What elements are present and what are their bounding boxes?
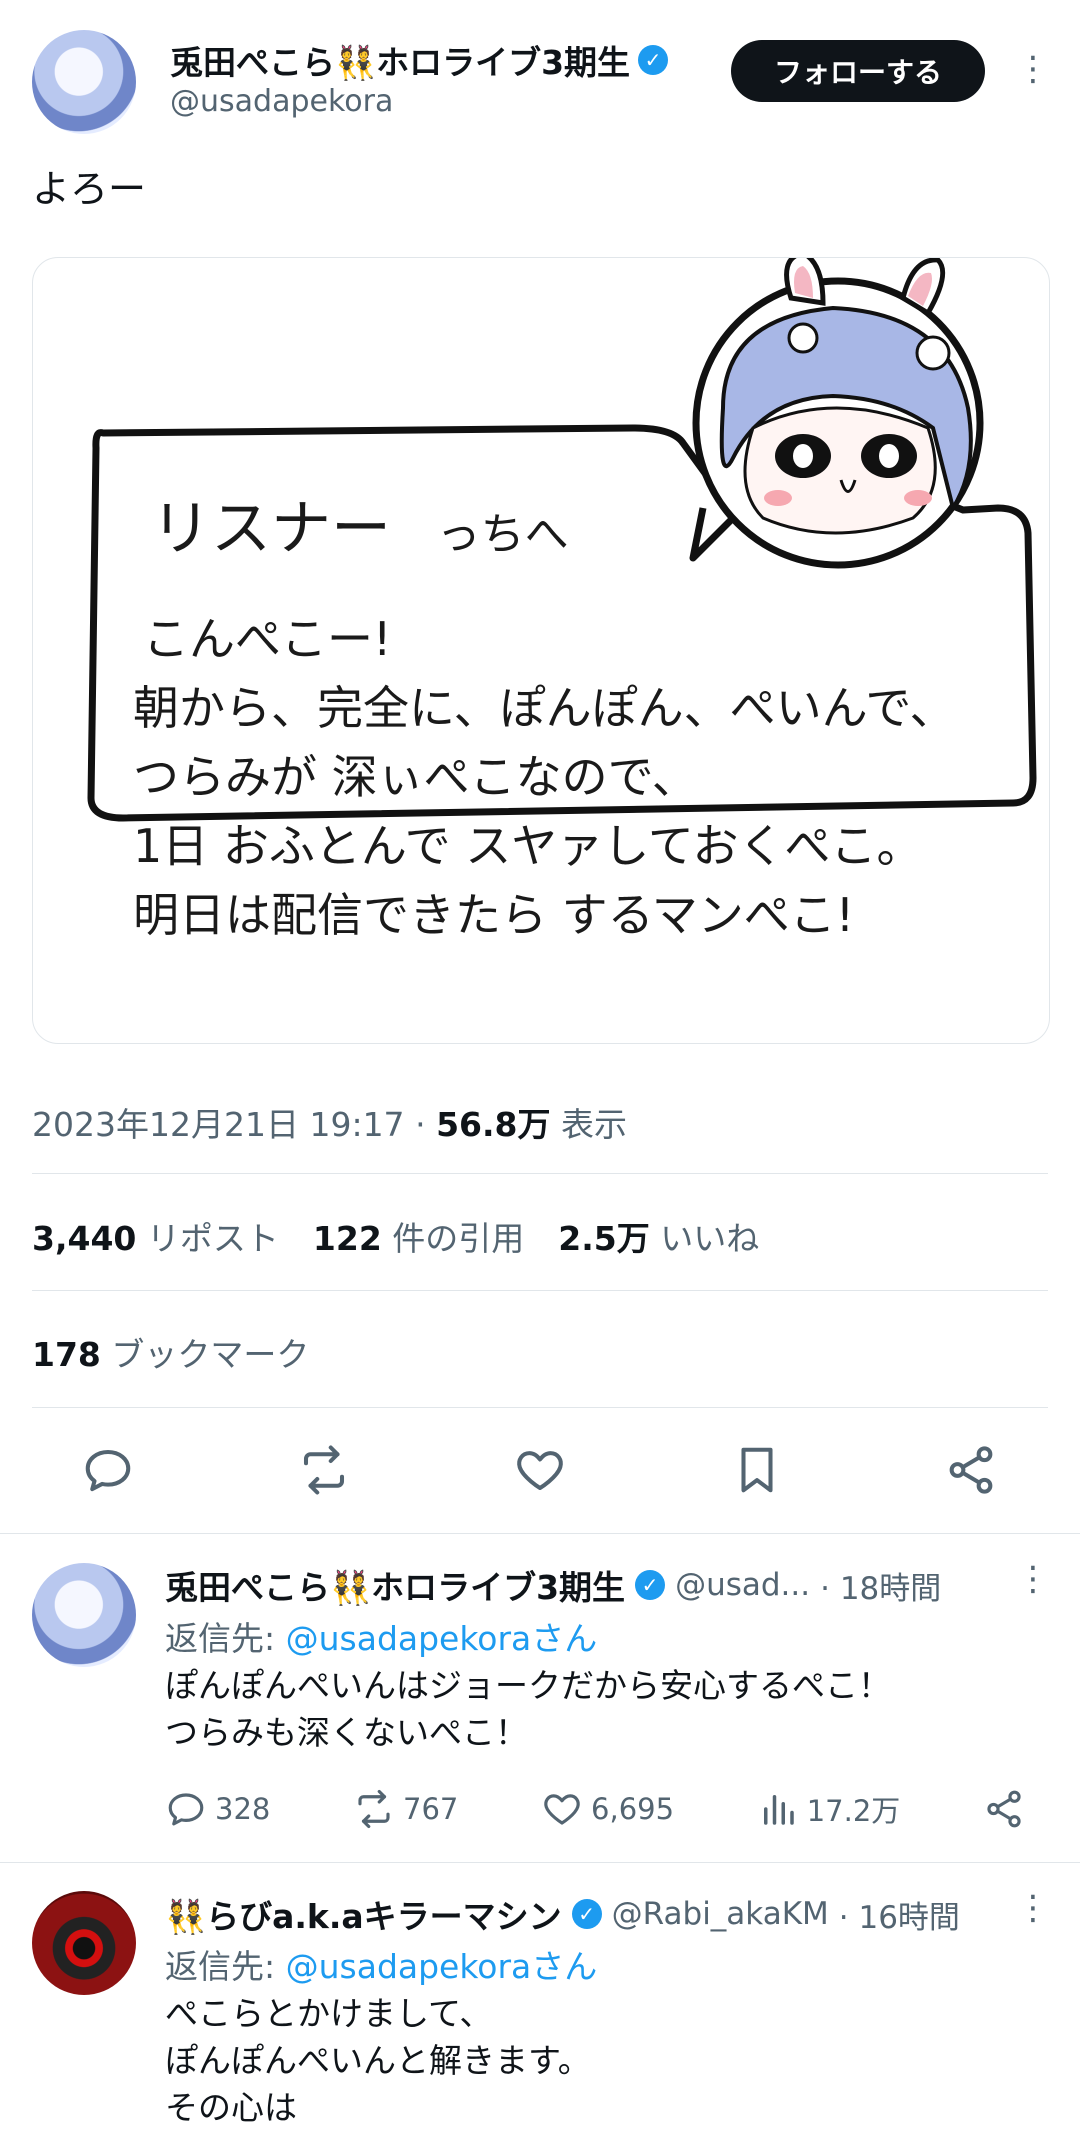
divider <box>0 1862 1080 1863</box>
post-timestamp[interactable]: 2023年12月21日 19:17 <box>32 1105 405 1144</box>
reply-icon[interactable] <box>81 1443 135 1497</box>
verified-badge-icon: ✓ <box>635 1570 666 1600</box>
like-icon[interactable] <box>513 1443 567 1497</box>
bookmarks-stat[interactable]: 178 ブックマーク <box>32 1328 309 1376</box>
letter-line-1: こんぺこー! <box>143 612 392 666</box>
author-name[interactable]: 兎田ぺこら👯ホロライブ3期生 <box>170 36 630 84</box>
view-count[interactable]: 17.2万 <box>757 1788 901 1830</box>
letter-salutation-suffix: っちへ <box>436 509 569 560</box>
bookmark-icon[interactable] <box>730 1443 784 1497</box>
reposts-stat[interactable]: 3,440 リポスト <box>32 1212 279 1260</box>
post-meta: 2023年12月21日 19:17 · 56.8万 表示 <box>32 1098 627 1146</box>
verified-badge-icon: ✓ <box>571 1899 602 1929</box>
reply-count[interactable]: 328 <box>165 1788 270 1830</box>
reply-to-line: 返信先: @usadapekoraさん <box>165 1940 597 1988</box>
letter-salutation-main: リスナー <box>151 494 391 564</box>
reply-author-handle[interactable]: @usad... <box>675 1567 810 1603</box>
reposts-label: リポスト <box>146 1219 279 1258</box>
like-count-value: 6,695 <box>591 1792 675 1826</box>
bookmarks-label: ブックマーク <box>111 1335 310 1374</box>
divider <box>32 1173 1048 1174</box>
post-image[interactable]: リスナー っちへ こんぺこー! 朝から、完全に、ぽんぽん、ぺいんで、 つらみが … <box>32 257 1050 1044</box>
letter-line-4: 1日 おふとんで スヤァしておくぺこ。 <box>133 819 923 873</box>
more-options-icon[interactable]: ⋮ <box>1016 52 1050 86</box>
reply-time[interactable]: · 18時間 <box>820 1563 941 1608</box>
reply-header: 兎田ぺこら👯ホロライブ3期生 ✓ @usad... · 18時間 <box>165 1561 1005 1609</box>
reply-author-name[interactable]: 兎田ぺこら👯ホロライブ3期生 <box>165 1561 625 1609</box>
reply-avatar[interactable] <box>32 1563 136 1667</box>
share-button[interactable] <box>983 1788 1025 1830</box>
letter-line-5: 明日は配信できたら するマンぺこ! <box>133 888 855 942</box>
reply-icon <box>168 1793 204 1826</box>
repost-count[interactable]: 767 <box>353 1788 458 1830</box>
reply-author-name[interactable]: 👯らびa.k.aキラーマシン <box>165 1890 562 1938</box>
repost-count-value: 767 <box>403 1792 459 1826</box>
likes-value: 2.5万 <box>558 1219 650 1258</box>
reply-count-value: 328 <box>215 1792 271 1826</box>
bookmarks-value: 178 <box>32 1335 101 1374</box>
more-options-icon[interactable]: ⋮ <box>1016 1562 1050 1596</box>
verified-badge-icon: ✓ <box>638 45 669 75</box>
views-count: 56.8万 <box>436 1105 551 1144</box>
view-count-value: 17.2万 <box>806 1794 901 1828</box>
more-options-icon[interactable]: ⋮ <box>1016 1891 1050 1925</box>
views-label: 表示 <box>560 1105 627 1144</box>
share-icon <box>987 1790 1021 1828</box>
reply-to-mention[interactable]: @usadapekoraさん <box>286 1619 598 1658</box>
analytics-icon <box>763 1795 794 1825</box>
letter-salutation: リスナー っちへ <box>151 480 569 567</box>
reply-to-prefix: 返信先: <box>165 1619 286 1658</box>
reply-to-line: 返信先: @usadapekoraさん <box>165 1612 597 1660</box>
letter-line-3: つらみが 深ぃぺこなので、 <box>133 750 698 804</box>
author-avatar[interactable] <box>32 30 136 134</box>
reply-time[interactable]: · 16時間 <box>839 1892 960 1937</box>
quotes-stat[interactable]: 122 件の引用 <box>313 1212 524 1260</box>
reply-author-handle[interactable]: @Rabi_akaKM <box>612 1896 829 1932</box>
like-icon <box>544 1794 580 1825</box>
letter-line-2: 朝から、完全に、ぽんぽん、ぺいんで、 <box>133 681 956 735</box>
author-name-row[interactable]: 兎田ぺこら👯ホロライブ3期生 ✓ <box>170 36 669 84</box>
divider <box>0 1533 1080 1534</box>
reply-avatar[interactable] <box>32 1891 136 1995</box>
likes-stat[interactable]: 2.5万 いいね <box>558 1212 759 1260</box>
repost-icon <box>358 1789 390 1829</box>
follow-button[interactable]: フォローする <box>731 40 985 102</box>
reply-text: ぽんぽんぺいんはジョークだから安心するぺこ！ つらみも深くないぺこ！ <box>165 1666 891 1752</box>
divider <box>32 1407 1048 1408</box>
author-handle[interactable]: @usadapekora <box>170 84 393 119</box>
share-icon[interactable] <box>944 1443 998 1497</box>
post-text: よろー <box>32 167 147 211</box>
meta-separator: · <box>415 1105 426 1144</box>
reposts-value: 3,440 <box>32 1219 137 1258</box>
engagement-stats: 3,440 リポスト 122 件の引用 2.5万 いいね <box>32 1212 759 1260</box>
reply-metrics: 328 767 6,695 17.2万 <box>165 1788 1025 1830</box>
likes-label: いいね <box>660 1219 760 1258</box>
like-count[interactable]: 6,695 <box>541 1788 674 1830</box>
repost-icon[interactable] <box>297 1443 351 1497</box>
reply-to-mention[interactable]: @usadapekoraさん <box>286 1947 598 1986</box>
quotes-label: 件の引用 <box>392 1219 525 1258</box>
divider <box>32 1290 1048 1291</box>
quotes-value: 122 <box>312 1219 382 1258</box>
reply-to-prefix: 返信先: <box>165 1947 286 1986</box>
reply-header: 👯らびa.k.aキラーマシン ✓ @Rabi_akaKM · 16時間 <box>165 1890 1005 1938</box>
reply-text: ぺこらとかけまして、 ぽんぽんぺいんと解きます。 その心は <box>165 1994 591 2127</box>
